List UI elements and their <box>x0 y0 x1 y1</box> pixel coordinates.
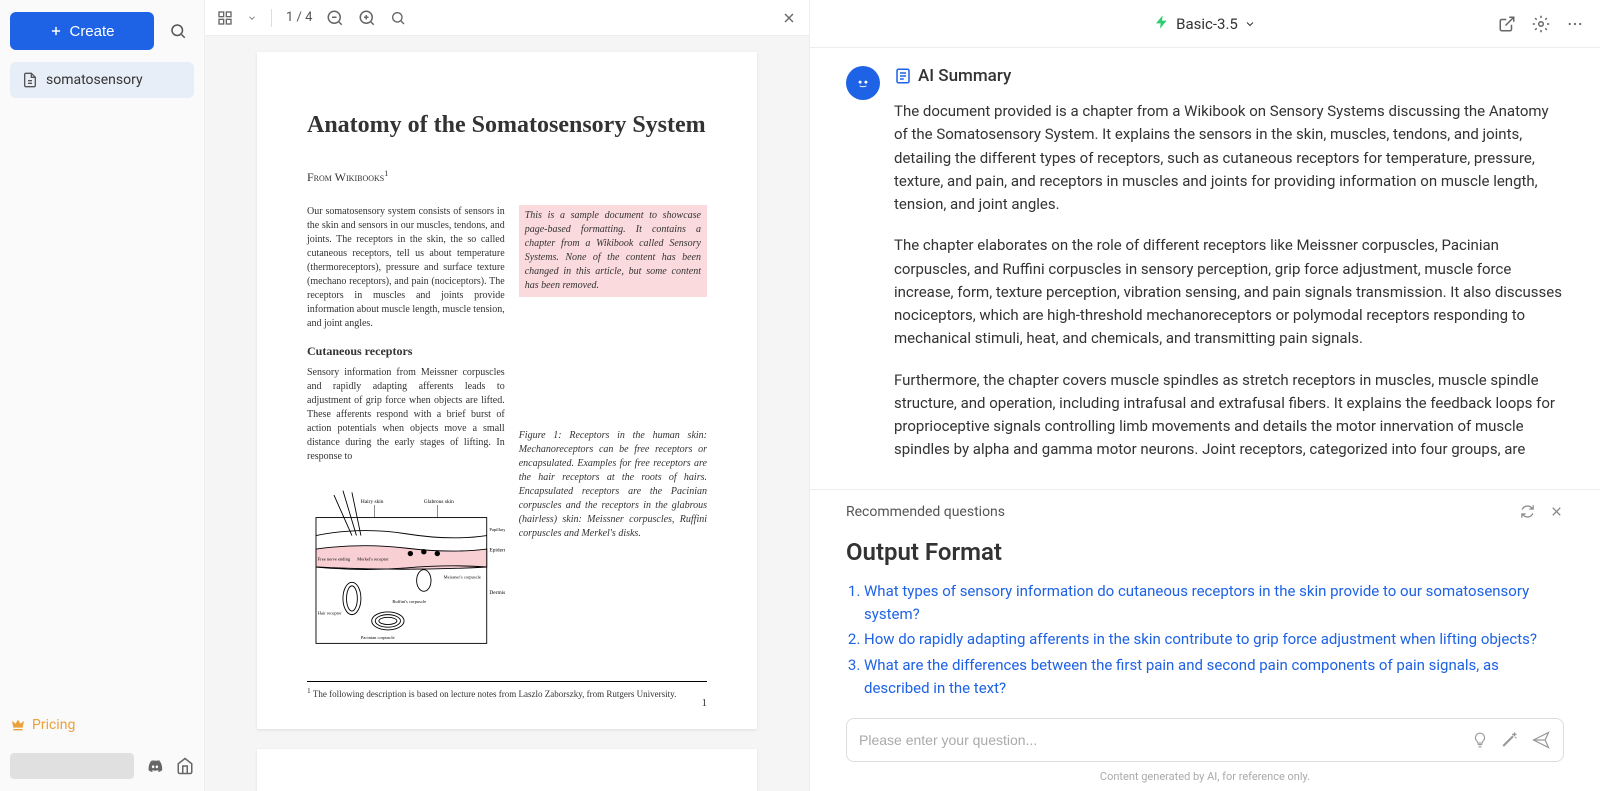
pricing-link[interactable]: Pricing <box>10 717 194 733</box>
grid-view-icon[interactable] <box>217 10 233 26</box>
question-2[interactable]: How do rapidly adapting afferents in the… <box>864 628 1564 651</box>
svg-text:Free nerve ending: Free nerve ending <box>318 557 351 562</box>
pricing-label: Pricing <box>32 717 75 733</box>
refresh-icon[interactable] <box>1520 504 1535 519</box>
doc-toolbar: 1 / 4 <box>205 0 809 36</box>
crown-icon <box>10 717 26 733</box>
doc-para1: Our somatosensory system consists of sen… <box>307 205 505 331</box>
doc-para2: Sensory information from Meissner corpus… <box>307 366 505 464</box>
rp-header: Basic-3.5 <box>810 0 1600 48</box>
right-panel: Basic-3.5 AI Summary The document provid… <box>810 0 1600 791</box>
summary-icon <box>894 67 912 85</box>
bot-icon <box>853 73 873 93</box>
summary-p3: Furthermore, the chapter covers muscle s… <box>894 369 1564 462</box>
svg-text:Merkel's receptor: Merkel's receptor <box>357 557 389 562</box>
avatar <box>846 66 880 100</box>
doc-title: Anatomy of the Somatosensory System <box>307 112 707 139</box>
document-icon <box>22 72 38 88</box>
divider <box>271 9 272 27</box>
create-button[interactable]: Create <box>10 12 154 50</box>
question-1[interactable]: What types of sensory information do cut… <box>864 580 1564 627</box>
model-selector[interactable]: Basic-3.5 <box>1154 14 1256 34</box>
question-3[interactable]: What are the differences between the fir… <box>864 654 1564 701</box>
search-page-icon[interactable] <box>390 10 406 26</box>
svg-text:Papillary Ridges: Papillary Ridges <box>489 527 504 532</box>
chevron-down-icon[interactable] <box>247 13 257 23</box>
doc-viewer: 1 / 4 Anatomy of the Somatosensory Syste… <box>205 0 810 791</box>
recommend-label: Recommended questions <box>846 504 1005 520</box>
doc-scroll[interactable]: Anatomy of the Somatosensory System From… <box>205 36 809 791</box>
svg-text:Hair receptor: Hair receptor <box>318 610 342 615</box>
svg-text:Epidermis: Epidermis <box>489 548 504 554</box>
close-icon[interactable] <box>781 10 797 26</box>
skin-figure: Hairy skin Glabrous skin Papillary Ridge… <box>307 472 505 667</box>
question-input[interactable] <box>859 732 1459 748</box>
home-icon[interactable] <box>176 757 194 775</box>
output-format-title: Output Format <box>846 538 1564 566</box>
create-label: Create <box>69 23 114 40</box>
svg-text:Meissner's corpuscle: Meissner's corpuscle <box>444 574 481 579</box>
search-icon <box>169 22 187 40</box>
summary-title: AI Summary <box>894 66 1564 86</box>
page-number: 1 <box>702 697 708 709</box>
zoom-in-icon[interactable] <box>358 9 376 27</box>
svg-text:Dermis: Dermis <box>489 590 504 596</box>
sidebar: Create somatosensory Pricing <box>0 0 205 791</box>
pink-note: This is a sample document to showcase pa… <box>519 205 707 297</box>
user-placeholder <box>10 753 134 779</box>
svg-text:Ruffini's corpuscle: Ruffini's corpuscle <box>392 599 426 604</box>
page-indicator: 1 / 4 <box>286 10 312 25</box>
doc-subtitle: From Wikibooks1 <box>307 169 707 185</box>
summary-scroll[interactable]: AI Summary The document provided is a ch… <box>810 48 1600 489</box>
disclaimer: Content generated by AI, for reference o… <box>846 770 1564 783</box>
search-button[interactable] <box>162 15 194 47</box>
input-box <box>846 718 1564 762</box>
page-2: From Wikibooks <box>257 749 757 791</box>
bolt-icon <box>1154 14 1170 34</box>
model-name: Basic-3.5 <box>1176 15 1238 33</box>
sidebar-item-label: somatosensory <box>46 72 143 88</box>
gear-icon[interactable] <box>1532 15 1550 33</box>
plus-icon <box>49 24 63 38</box>
question-list: What types of sensory information do cut… <box>846 580 1564 700</box>
page-1: Anatomy of the Somatosensory System From… <box>257 52 757 729</box>
close-recommend-icon[interactable] <box>1549 504 1564 519</box>
skin-diagram: Hairy skin Glabrous skin Papillary Ridge… <box>307 472 505 662</box>
sidebar-item-somatosensory[interactable]: somatosensory <box>10 62 194 98</box>
bulb-icon[interactable] <box>1471 731 1489 749</box>
external-link-icon[interactable] <box>1498 15 1516 33</box>
summary-p2: The chapter elaborates on the role of di… <box>894 234 1564 350</box>
svg-text:Pacinian corpuscle: Pacinian corpuscle <box>361 635 395 640</box>
wand-icon[interactable] <box>1501 731 1519 749</box>
more-icon[interactable] <box>1566 15 1584 33</box>
send-icon[interactable] <box>1531 730 1551 750</box>
recommend-section: Recommended questions Output Format What… <box>810 489 1600 702</box>
section-head: Cutaneous receptors <box>307 343 505 360</box>
summary-p1: The document provided is a chapter from … <box>894 100 1564 216</box>
chevron-down-icon <box>1244 18 1256 30</box>
zoom-out-icon[interactable] <box>326 9 344 27</box>
svg-text:Hairy skin: Hairy skin <box>361 499 384 505</box>
svg-text:Glabrous skin: Glabrous skin <box>424 499 454 505</box>
discord-icon[interactable] <box>146 757 164 775</box>
fig-caption: Figure 1: Receptors in the human skin: M… <box>519 429 707 541</box>
footnote: 1 The following description is based on … <box>307 681 707 699</box>
input-area: Content generated by AI, for reference o… <box>810 702 1600 791</box>
